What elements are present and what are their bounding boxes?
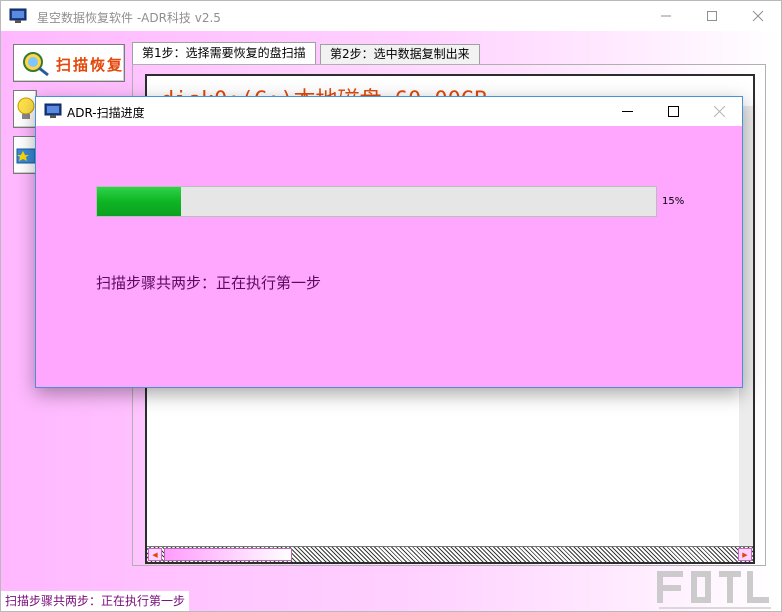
scan-recover-label: 扫描恢复: [56, 56, 125, 74]
app-monitor-icon: [9, 8, 27, 23]
titlebar[interactable]: 星空数据恢复软件 -ADR科技 v2.5: [1, 1, 781, 31]
dialog-monitor-icon: [44, 103, 62, 118]
maximize-icon: [707, 11, 717, 21]
tab-step-1[interactable]: 第1步：选择需要恢复的盘扫描: [132, 42, 316, 65]
help-button[interactable]: [13, 90, 37, 128]
maximize-icon: [667, 106, 679, 117]
scan-progress-dialog: ADR-扫描进度 15% 扫描步骤共两步：正在执行第一步: [35, 96, 743, 388]
maximize-button[interactable]: [689, 1, 735, 31]
magnifier-icon: [23, 52, 49, 77]
minimize-icon: [621, 111, 633, 112]
close-button[interactable]: [735, 1, 781, 31]
status-bar: 扫描步骤共两步：正在执行第一步: [1, 591, 190, 611]
scan-recover-button[interactable]: 扫描恢复: [13, 44, 125, 82]
window-title: 星空数据恢复软件 -ADR科技 v2.5: [37, 11, 221, 25]
close-icon: [713, 106, 725, 117]
progress-fill: [97, 187, 181, 216]
minimize-button[interactable]: [643, 1, 689, 31]
folder-button[interactable]: [13, 136, 37, 174]
scan-progress-bar: [96, 186, 657, 217]
lightbulb-icon: [17, 97, 35, 119]
dialog-title: ADR-扫描进度: [67, 106, 145, 120]
scroll-left-arrow-icon[interactable]: ◀: [148, 548, 162, 561]
watermark-logo-icon: [657, 571, 771, 609]
progress-percent: 15%: [662, 196, 685, 207]
scroll-right-arrow-icon[interactable]: ▶: [738, 548, 752, 561]
close-icon: [752, 10, 764, 22]
minimize-icon: [661, 15, 671, 17]
tab-step-2[interactable]: 第2步：选中数据复制出来: [320, 44, 480, 64]
dialog-close-button[interactable]: [696, 97, 742, 126]
horizontal-scrollbar[interactable]: ◀ ▶: [147, 546, 753, 562]
scroll-thumb[interactable]: [164, 548, 292, 561]
dialog-titlebar[interactable]: ADR-扫描进度: [36, 97, 742, 126]
dialog-minimize-button[interactable]: [604, 97, 650, 126]
folder-icon: [16, 148, 36, 164]
dialog-maximize-button[interactable]: [650, 97, 696, 126]
scan-step-message: 扫描步骤共两步：正在执行第一步: [96, 274, 322, 292]
